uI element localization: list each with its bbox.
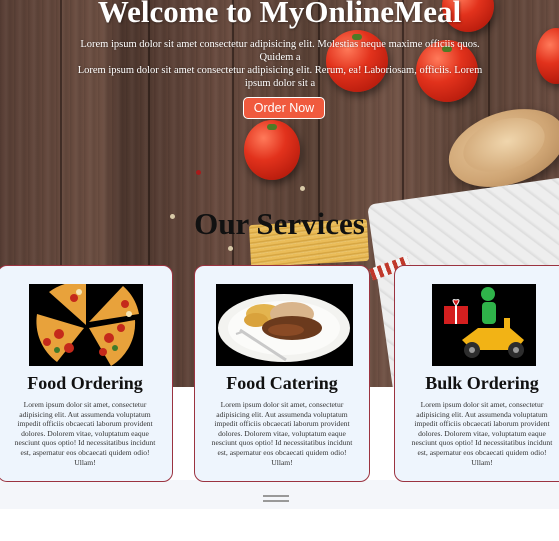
drag-handle-line <box>263 500 289 502</box>
drag-handle[interactable] <box>263 495 289 497</box>
card-description: Lorem ipsum dolor sit amet, consectetur … <box>411 400 553 467</box>
plated-meal-image <box>216 284 353 366</box>
card-description: Lorem ipsum dolor sit amet, consectetur … <box>211 400 353 467</box>
tomato-decoration <box>244 120 300 180</box>
service-card-bulk-ordering[interactable]: Bulk Ordering Lorem ipsum dolor sit amet… <box>394 265 559 482</box>
pizza-image <box>29 284 143 366</box>
card-title: Food Ordering <box>27 373 143 393</box>
tomato-decoration <box>536 28 559 84</box>
services-heading: Our Services <box>194 206 365 241</box>
intro-line: Lorem ipsum dolor sit amet consectetur a… <box>77 65 483 89</box>
service-card-food-catering[interactable]: Food Catering Lorem ipsum dolor sit amet… <box>194 265 370 482</box>
intro-line: Lorem ipsum dolor sit amet consectetur a… <box>80 39 480 63</box>
site-title: Welcome to MyOnlineMeal <box>97 0 462 29</box>
order-now-button[interactable]: Order Now <box>243 97 325 119</box>
card-title: Bulk Ordering <box>425 373 539 393</box>
service-card-food-ordering[interactable]: Food Ordering Lorem ipsum dolor sit amet… <box>0 265 173 482</box>
delivery-scooter-image <box>432 284 536 366</box>
card-description: Lorem ipsum dolor sit amet, consectetur … <box>14 400 156 467</box>
card-title: Food Catering <box>226 373 338 393</box>
intro-text: Lorem ipsum dolor sit amet consectetur a… <box>70 38 490 90</box>
